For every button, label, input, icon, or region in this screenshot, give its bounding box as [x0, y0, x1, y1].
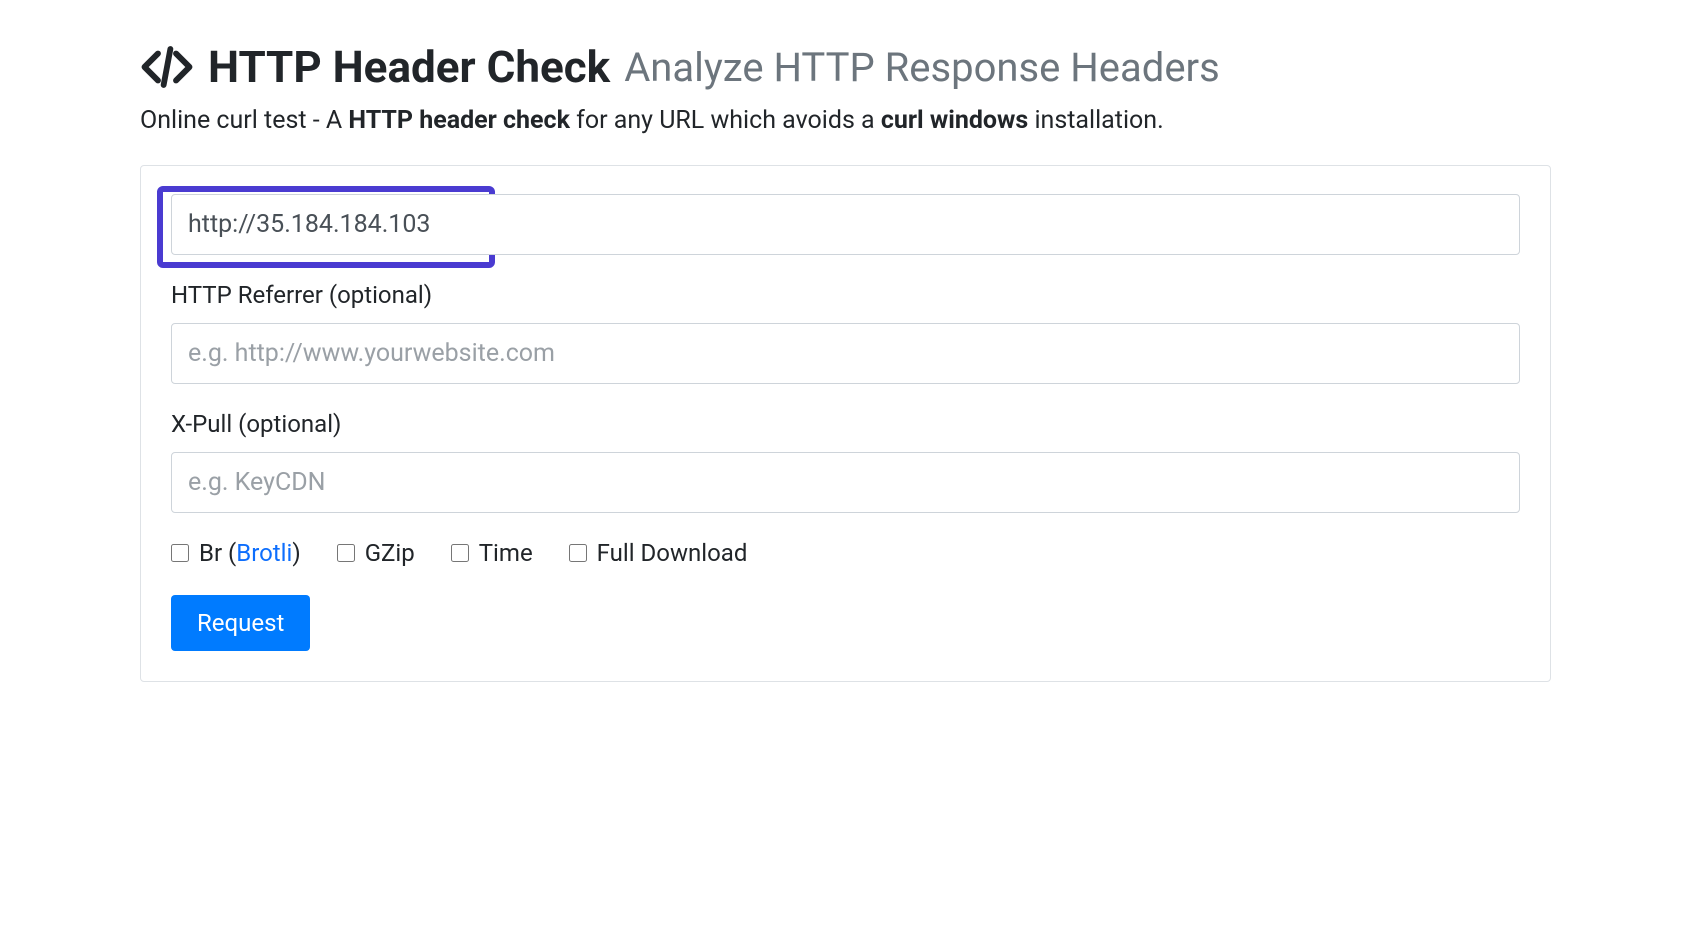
page-subtitle: Analyze HTTP Response Headers [624, 44, 1220, 91]
option-br-text: Br (Brotli) [199, 539, 301, 567]
option-full-download-label: Full Download [597, 539, 748, 567]
br-prefix: Br ( [199, 539, 236, 567]
url-input[interactable] [171, 194, 1520, 255]
page-title: HTTP Header Check Analyze HTTP Response … [140, 40, 1551, 94]
xpull-input[interactable] [171, 452, 1520, 513]
option-gzip-label: GZip [365, 539, 415, 567]
page-description: Online curl test - A HTTP header check f… [140, 106, 1551, 135]
option-time[interactable]: Time [451, 539, 533, 567]
options-row: Br (Brotli) GZip Time Full Download [171, 539, 1520, 567]
option-br[interactable]: Br (Brotli) [171, 539, 301, 567]
desc-suffix: installation. [1028, 106, 1163, 135]
desc-bold2: curl windows [881, 106, 1028, 135]
br-suffix: ) [292, 539, 300, 567]
form-card: URL HTTP Referrer (optional) X-Pull (opt… [140, 165, 1551, 682]
checkbox-time[interactable] [451, 544, 469, 562]
option-time-label: Time [479, 539, 533, 567]
checkbox-br[interactable] [171, 544, 189, 562]
desc-bold1: HTTP header check [348, 106, 570, 135]
referrer-input[interactable] [171, 323, 1520, 384]
option-full-download[interactable]: Full Download [569, 539, 748, 567]
request-button[interactable]: Request [171, 595, 310, 651]
checkbox-gzip[interactable] [337, 544, 355, 562]
brotli-link[interactable]: Brotli [236, 539, 292, 567]
checkbox-full-download[interactable] [569, 544, 587, 562]
page-title-text: HTTP Header Check [208, 41, 610, 93]
desc-prefix: Online curl test - A [140, 106, 348, 135]
code-icon [140, 40, 194, 94]
xpull-label: X-Pull (optional) [171, 410, 1520, 438]
option-gzip[interactable]: GZip [337, 539, 415, 567]
referrer-label: HTTP Referrer (optional) [171, 281, 1520, 309]
desc-mid: for any URL which avoids a [570, 106, 881, 135]
